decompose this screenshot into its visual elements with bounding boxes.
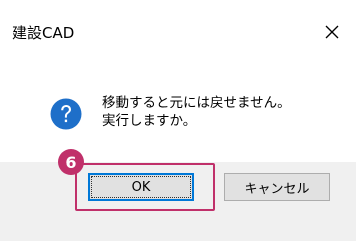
step-badge: 6 bbox=[58, 149, 84, 175]
close-icon bbox=[325, 25, 339, 39]
cancel-button-label: キャンセル bbox=[244, 181, 310, 197]
message-area: 移動すると元には戻せません。 実行しますか。 bbox=[0, 56, 356, 162]
window-title: 建設CAD bbox=[12, 24, 75, 42]
message-text: 移動すると元には戻せません。 実行しますか。 bbox=[102, 94, 291, 130]
message-line-1: 移動すると元には戻せません。 bbox=[102, 95, 291, 111]
title-bar: 建設CAD bbox=[0, 0, 356, 56]
cancel-button[interactable]: キャンセル bbox=[224, 173, 330, 201]
close-button[interactable] bbox=[318, 18, 346, 46]
message-line-2: 実行しますか。 bbox=[102, 113, 197, 129]
question-icon bbox=[50, 98, 82, 130]
dialog-window: 建設CAD 移動すると元には戻せません。 実行しますか。 OK キャンセル 6 bbox=[0, 0, 356, 241]
step-highlight-box bbox=[75, 163, 215, 211]
